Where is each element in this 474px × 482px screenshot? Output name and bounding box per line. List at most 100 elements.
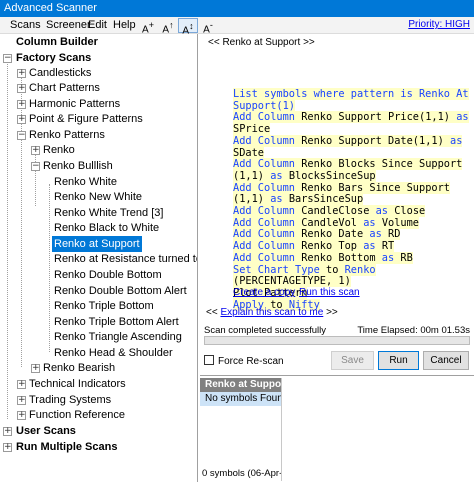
scan-code-token: Renko Support Price(1,1) <box>301 111 457 124</box>
save-button[interactable]: Save <box>331 351 374 370</box>
expand-icon[interactable]: + <box>17 69 26 78</box>
tree-item-point-figure[interactable]: Point & Figure Patterns <box>27 111 145 127</box>
tree-item-renko-white-trend[interactable]: Renko White Trend [3] <box>52 205 165 221</box>
tree-item-technical-indicators[interactable]: Technical Indicators <box>27 376 128 392</box>
scan-status: Scan completed successfully Time Elapsed… <box>204 324 470 348</box>
scan-code-token: as <box>450 134 463 147</box>
font-bold-up-button[interactable]: A↑ <box>158 18 178 35</box>
scan-code-token: Add Column <box>233 240 302 253</box>
tree-item-chart-patterns[interactable]: Chart Patterns <box>27 80 102 96</box>
expand-icon[interactable]: + <box>17 100 26 109</box>
tree-item-renko-bearish[interactable]: Renko Bearish <box>41 360 117 376</box>
scan-code-token: SPrice <box>233 123 271 136</box>
expand-icon[interactable]: + <box>17 115 26 124</box>
scan-code-token: Add Column <box>233 134 302 147</box>
scan-code-token: Renko Top <box>301 240 364 253</box>
tree-item-column-builder[interactable]: Column Builder <box>14 34 100 50</box>
expand-icon[interactable]: + <box>17 84 26 93</box>
tree-item-renko-new-white[interactable]: Renko New White <box>52 189 144 205</box>
tree-item-renko-head-shoulder[interactable]: Renko Head & Shoulder <box>52 345 175 361</box>
scan-code-token: (1,1) <box>233 193 271 206</box>
scan-code-token: as <box>375 205 395 218</box>
expand-icon[interactable]: + <box>17 396 26 405</box>
tree-item-renko-bullish[interactable]: Renko Bulllish <box>41 158 115 174</box>
tree-item-renko-patterns[interactable]: Renko Patterns <box>27 127 107 143</box>
collapse-icon[interactable]: − <box>31 162 40 171</box>
expand-icon[interactable]: + <box>17 380 26 389</box>
tree-item-renko-white[interactable]: Renko White <box>52 174 119 190</box>
window-title-bar: Advanced Scanner <box>0 0 474 17</box>
menu-help[interactable]: Help <box>113 19 136 31</box>
tree-item-trading-systems[interactable]: Trading Systems <box>27 392 113 408</box>
expand-icon[interactable]: + <box>17 411 26 420</box>
scan-code-token: Add Column <box>233 158 302 171</box>
force-rescan-label: Force Re-scan <box>218 356 284 367</box>
explain-scan-link[interactable]: Explain this scan to me <box>220 307 323 318</box>
tree-item-renko-double-bottom-alert[interactable]: Renko Double Bottom Alert <box>52 283 189 299</box>
scan-code-token: Add Column <box>233 228 302 241</box>
scan-code-token: BarsSinceSup <box>288 193 364 206</box>
font-decrease-button[interactable]: A- <box>198 18 218 35</box>
table-row[interactable]: No symbols Found <box>200 392 281 406</box>
force-rescan-option[interactable]: Force Re-scan <box>204 355 284 367</box>
scan-code-token: RD <box>388 228 401 241</box>
menu-edit[interactable]: Edit <box>88 19 107 31</box>
tree-item-harmonic-patterns[interactable]: Harmonic Patterns <box>27 96 122 112</box>
tree-item-candlesticks[interactable]: Candlesticks <box>27 65 93 81</box>
expand-icon[interactable]: + <box>31 146 40 155</box>
status-message: Scan completed successfully <box>204 325 326 336</box>
create-copy-link[interactable]: Create a copy <box>233 287 295 298</box>
scan-code-token: as <box>363 216 382 229</box>
scan-code-token: RB <box>400 251 413 264</box>
font-toggle-button[interactable]: A↕ <box>178 18 198 36</box>
scan-code-token: BlocksSinceSup <box>288 169 376 182</box>
menu-scans[interactable]: Scans <box>10 19 41 31</box>
results-column-header[interactable]: Renko at Support <box>200 378 281 392</box>
scan-code-token: Renko Blocks Since Support <box>301 158 463 171</box>
scan-code-token: as <box>270 169 289 182</box>
expand-icon[interactable]: + <box>31 364 40 373</box>
results-table[interactable]: Renko at Support No symbols Found 0 symb… <box>200 378 282 481</box>
run-button[interactable]: Run <box>378 351 419 370</box>
run-scan-link[interactable]: Run this scan <box>299 287 360 298</box>
tree-item-user-scans[interactable]: User Scans <box>14 423 78 439</box>
collapse-icon[interactable]: − <box>17 131 26 140</box>
expand-icon[interactable]: + <box>3 443 12 452</box>
scan-code-token: List symbols where pattern is Renko At <box>233 88 469 100</box>
cancel-button[interactable]: Cancel <box>423 351 469 370</box>
scan-code-line: Add Column Renko Support Date(1,1) as <box>233 134 469 148</box>
tree-item-run-multiple-scans[interactable]: Run Multiple Scans <box>14 439 119 455</box>
collapse-icon[interactable]: − <box>3 54 12 63</box>
scan-code-token: (1,1) <box>233 169 271 182</box>
expand-icon[interactable]: + <box>3 427 12 436</box>
window-title: Advanced Scanner <box>4 2 97 14</box>
time-elapsed: Time Elapsed: 00m 01.53s <box>357 325 470 336</box>
tree-item-renko-at-support[interactable]: Renko at Support <box>52 236 142 252</box>
scan-code-token: Add Column <box>233 111 302 124</box>
tree-item-renko-at-resistance[interactable]: Renko at Resistance turned to Su <box>52 251 197 267</box>
font-increase-button[interactable]: A+ <box>138 18 158 35</box>
scan-code-token: Add Column <box>233 216 302 229</box>
scan-text-panel: << Renko at Support >> List symbols wher… <box>200 34 474 311</box>
force-rescan-checkbox[interactable] <box>204 355 214 365</box>
tree-guide-line <box>49 184 50 352</box>
tree-guide-line <box>7 61 8 419</box>
scan-code-token: (PERCENTAGETYPE, 1) <box>233 275 351 288</box>
scan-code-token: to <box>326 263 345 276</box>
tree-item-renko-black-to-white[interactable]: Renko Black to White <box>52 220 161 236</box>
tree-item-renko-triple-bottom-alert[interactable]: Renko Triple Bottom Alert <box>52 314 181 330</box>
tree-item-renko-triangle-ascending[interactable]: Renko Triangle Ascending <box>52 329 184 345</box>
tree-item-factory-scans[interactable]: Factory Scans <box>14 50 93 66</box>
scan-code-token: Set Chart Type <box>233 263 326 276</box>
tree-item-renko-double-bottom[interactable]: Renko Double Bottom <box>52 267 164 283</box>
scan-tree[interactable]: Column Builder − Factory Scans + Candles… <box>0 34 198 482</box>
progress-bar <box>204 336 470 345</box>
scan-code-token: Volume <box>381 216 420 229</box>
scan-code-token: RT <box>381 240 395 253</box>
menu-screener[interactable]: Screener <box>46 19 91 31</box>
tree-item-function-reference[interactable]: Function Reference <box>27 407 127 423</box>
tree-item-renko[interactable]: Renko <box>41 142 77 158</box>
scan-code-token: as <box>456 111 469 124</box>
tree-item-renko-triple-bottom[interactable]: Renko Triple Bottom <box>52 298 156 314</box>
priority-link[interactable]: Priority: HIGH <box>408 19 470 30</box>
